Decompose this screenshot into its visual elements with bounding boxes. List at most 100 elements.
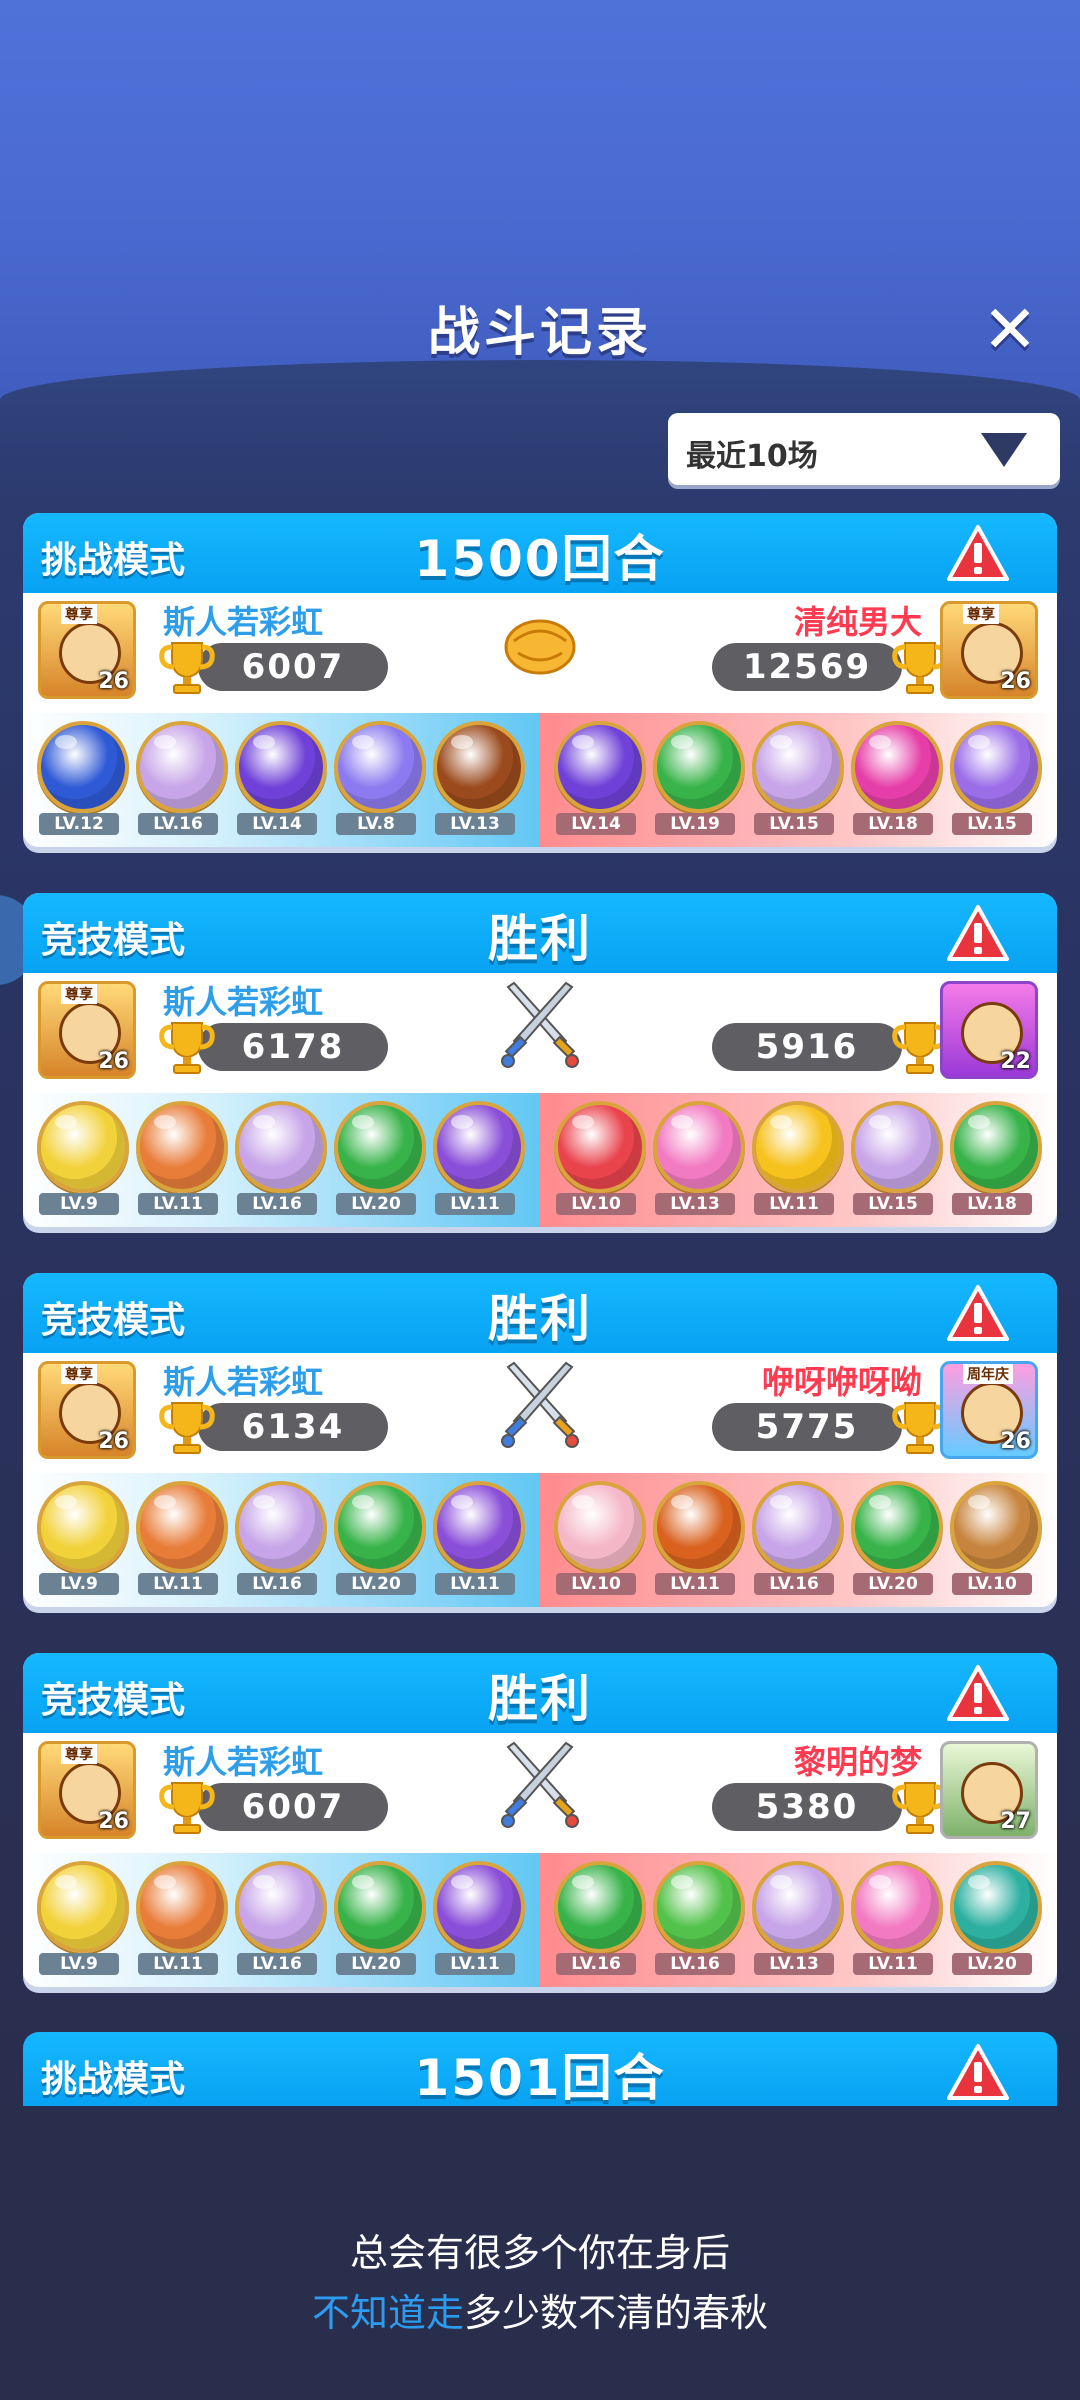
right-player-avatar[interactable]: 22 bbox=[940, 981, 1038, 1079]
pet-slot[interactable]: LV.20 bbox=[328, 1101, 426, 1221]
close-button[interactable]: ✕ bbox=[975, 295, 1045, 365]
pet-orb bbox=[37, 1101, 129, 1193]
pet-slot[interactable]: LV.11 bbox=[647, 1481, 745, 1601]
lyric-line-1: 总会有很多个你在身后 bbox=[349, 2231, 730, 2275]
pet-slot[interactable]: LV.11 bbox=[427, 1101, 525, 1221]
pet-slot[interactable]: LV.15 bbox=[746, 721, 844, 841]
pet-slot[interactable]: LV.15 bbox=[845, 1101, 943, 1221]
pet-level: LV.16 bbox=[655, 1953, 735, 1975]
pet-slot[interactable]: LV.11 bbox=[427, 1481, 525, 1601]
avatar-level: 26 bbox=[98, 1809, 129, 1834]
pet-slot[interactable]: LV.11 bbox=[427, 1861, 525, 1981]
left-player-avatar[interactable]: 尊享 26 bbox=[38, 1741, 136, 1839]
pet-slot[interactable]: LV.16 bbox=[130, 721, 228, 841]
pet-orb bbox=[653, 1101, 745, 1193]
pet-level: LV.20 bbox=[853, 1573, 933, 1595]
match-result: 1501回合 bbox=[414, 2049, 666, 2107]
report-icon[interactable] bbox=[946, 2042, 1010, 2102]
right-player-score: 5916 bbox=[712, 1023, 902, 1071]
pet-slot[interactable]: LV.11 bbox=[130, 1481, 228, 1601]
pet-slot[interactable]: LV.10 bbox=[548, 1481, 646, 1601]
pet-slot[interactable]: LV.16 bbox=[746, 1481, 844, 1601]
pet-level: LV.13 bbox=[655, 1193, 735, 1215]
pet-orb bbox=[851, 721, 943, 813]
pet-slot[interactable]: LV.8 bbox=[328, 721, 426, 841]
pet-level: LV.11 bbox=[853, 1953, 933, 1975]
pet-level: LV.15 bbox=[952, 813, 1032, 835]
pet-slot[interactable]: LV.18 bbox=[845, 721, 943, 841]
pet-slot[interactable]: LV.20 bbox=[328, 1861, 426, 1981]
left-team-pets: LV.12 LV.16 LV.14 LV.8 LV.13 bbox=[23, 713, 540, 847]
left-player-avatar[interactable]: 尊享 26 bbox=[38, 601, 136, 699]
pet-slot[interactable]: LV.20 bbox=[328, 1481, 426, 1601]
pet-slot[interactable]: LV.11 bbox=[130, 1861, 228, 1981]
pet-slot[interactable]: LV.20 bbox=[845, 1481, 943, 1601]
left-player-avatar[interactable]: 尊享 26 bbox=[38, 1361, 136, 1459]
left-player-score: 6007 bbox=[198, 1783, 388, 1831]
pet-slot[interactable]: LV.10 bbox=[548, 1101, 646, 1221]
pet-orb bbox=[136, 1101, 228, 1193]
match-result: 胜利 bbox=[488, 1290, 592, 1348]
avatar-badge: 尊享 bbox=[963, 604, 999, 624]
pet-orb bbox=[136, 1481, 228, 1573]
pet-slot[interactable]: LV.9 bbox=[31, 1481, 129, 1601]
pet-orb bbox=[433, 1101, 525, 1193]
right-player-avatar[interactable]: 27 bbox=[940, 1741, 1038, 1839]
pet-slot[interactable]: LV.15 bbox=[944, 721, 1042, 841]
pet-level: LV.20 bbox=[336, 1573, 416, 1595]
pet-level: LV.19 bbox=[655, 813, 735, 835]
pet-slot[interactable]: LV.16 bbox=[229, 1481, 327, 1601]
pet-level: LV.11 bbox=[138, 1193, 218, 1215]
pet-slot[interactable]: LV.19 bbox=[647, 721, 745, 841]
trophy-icon bbox=[158, 1397, 216, 1457]
pet-slot[interactable]: LV.14 bbox=[229, 721, 327, 841]
pet-slot[interactable]: LV.16 bbox=[229, 1861, 327, 1981]
pet-slot[interactable]: LV.13 bbox=[746, 1861, 844, 1981]
pet-orb bbox=[752, 1861, 844, 1953]
right-team-pets: LV.10 LV.13 LV.11 LV.15 LV.18 bbox=[540, 1093, 1057, 1227]
pet-orb bbox=[37, 1481, 129, 1573]
match-card[interactable]: 挑战模式 1500回合 尊享 26 斯人若彩虹 6007 清纯男大 12569 … bbox=[23, 513, 1057, 847]
report-icon[interactable] bbox=[946, 1283, 1010, 1343]
right-team-pets: LV.10 LV.11 LV.16 LV.20 LV.10 bbox=[540, 1473, 1057, 1607]
pet-orb bbox=[950, 1481, 1042, 1573]
left-player-avatar[interactable]: 尊享 26 bbox=[38, 981, 136, 1079]
match-range-dropdown[interactable]: 最近10场 bbox=[668, 413, 1060, 485]
match-card[interactable]: 竞技模式 胜利 尊享 26 斯人若彩虹 6178 5916 22 LV.9 LV… bbox=[23, 893, 1057, 1227]
pet-orb bbox=[851, 1101, 943, 1193]
pet-slot[interactable]: LV.18 bbox=[944, 1101, 1042, 1221]
crossed-swords-icon bbox=[498, 981, 582, 1071]
pet-orb bbox=[433, 721, 525, 813]
right-player-score: 12569 bbox=[712, 643, 902, 691]
pet-slot[interactable]: LV.11 bbox=[746, 1101, 844, 1221]
report-icon[interactable] bbox=[946, 903, 1010, 963]
pet-level: LV.11 bbox=[138, 1953, 218, 1975]
pet-slot[interactable]: LV.13 bbox=[427, 721, 525, 841]
pet-slot[interactable]: LV.11 bbox=[130, 1101, 228, 1221]
pet-level: LV.14 bbox=[556, 813, 636, 835]
pet-orb bbox=[136, 721, 228, 813]
pet-slot[interactable]: LV.16 bbox=[229, 1101, 327, 1221]
pet-slot[interactable]: LV.14 bbox=[548, 721, 646, 841]
pet-slot[interactable]: LV.12 bbox=[31, 721, 129, 841]
pet-slot[interactable]: LV.20 bbox=[944, 1861, 1042, 1981]
pet-slot[interactable]: LV.9 bbox=[31, 1101, 129, 1221]
pet-slot[interactable]: LV.9 bbox=[31, 1861, 129, 1981]
pet-slot[interactable]: LV.16 bbox=[548, 1861, 646, 1981]
players-row: 尊享 26 斯人若彩虹 6134 咿呀咿呀呦 5775 周年庆 26 bbox=[23, 1353, 1057, 1473]
pet-slot[interactable]: LV.10 bbox=[944, 1481, 1042, 1601]
match-result: 1500回合 bbox=[414, 530, 666, 588]
pet-orb bbox=[37, 1861, 129, 1953]
right-player-avatar[interactable]: 周年庆 26 bbox=[940, 1361, 1038, 1459]
report-icon[interactable] bbox=[946, 523, 1010, 583]
match-card[interactable]: 竞技模式 胜利 尊享 26 斯人若彩虹 6007 黎明的梦 5380 27 LV… bbox=[23, 1653, 1057, 1987]
report-icon[interactable] bbox=[946, 1663, 1010, 1723]
pet-slot[interactable]: LV.16 bbox=[647, 1861, 745, 1981]
match-card-partial[interactable]: 挑战模式 1501回合 bbox=[23, 2032, 1057, 2107]
crossed-swords-icon bbox=[498, 1361, 582, 1451]
pet-slot[interactable]: LV.13 bbox=[647, 1101, 745, 1221]
right-player-avatar[interactable]: 尊享 26 bbox=[940, 601, 1038, 699]
match-card[interactable]: 竞技模式 胜利 尊享 26 斯人若彩虹 6134 咿呀咿呀呦 5775 周年庆 … bbox=[23, 1273, 1057, 1607]
pet-level: LV.16 bbox=[237, 1953, 317, 1975]
pet-slot[interactable]: LV.11 bbox=[845, 1861, 943, 1981]
